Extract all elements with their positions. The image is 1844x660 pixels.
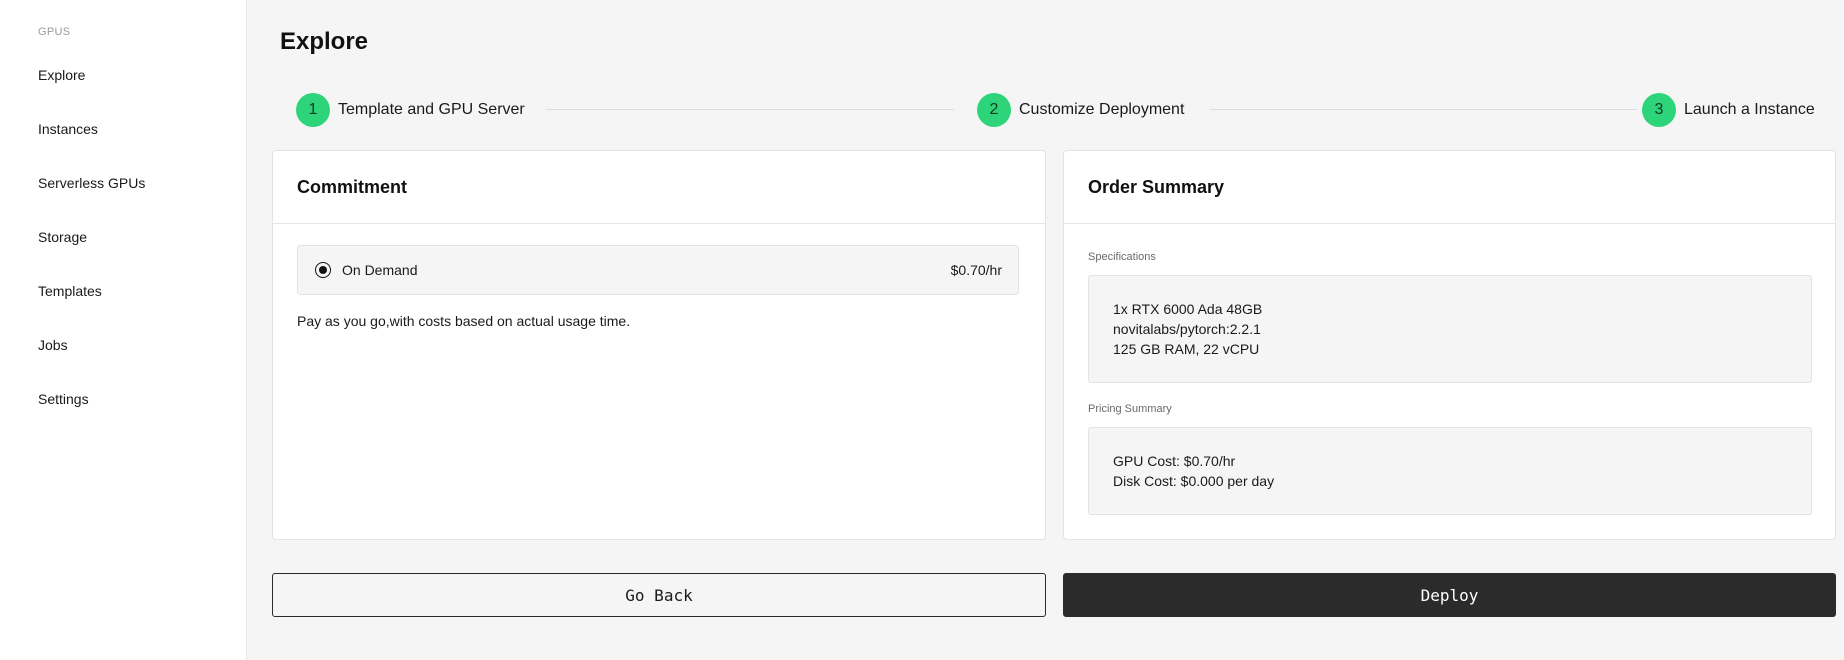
radio-selected-icon[interactable] bbox=[315, 262, 331, 278]
sidebar-item-jobs[interactable]: Jobs bbox=[38, 335, 68, 355]
sidebar-item-templates[interactable]: Templates bbox=[38, 281, 102, 301]
disk-cost: Disk Cost: $0.000 per day bbox=[1113, 473, 1275, 489]
spec-gpu: 1x RTX 6000 Ada 48GB bbox=[1113, 301, 1263, 317]
commitment-title: Commitment bbox=[273, 151, 1045, 224]
option-label: On Demand bbox=[342, 262, 418, 278]
order-summary-card: Order Summary Specifications 1x RTX 6000… bbox=[1063, 150, 1836, 540]
spec-image: novitalabs/pytorch:2.2.1 bbox=[1113, 321, 1261, 337]
step-3: 3 Launch a Instance bbox=[1642, 93, 1815, 127]
option-description: Pay as you go,with costs based on actual… bbox=[297, 313, 631, 329]
specifications-box: 1x RTX 6000 Ada 48GB novitalabs/pytorch:… bbox=[1088, 275, 1812, 383]
page-title: Explore bbox=[280, 28, 369, 55]
specifications-label: Specifications bbox=[1088, 251, 1156, 263]
option-price: $0.70/hr bbox=[950, 262, 1002, 278]
step-label: Launch a Instance bbox=[1684, 101, 1815, 118]
step-number: 3 bbox=[1642, 93, 1676, 127]
step-1: 1 Template and GPU Server bbox=[296, 93, 525, 127]
step-2: 2 Customize Deployment bbox=[977, 93, 1184, 127]
gpu-cost: GPU Cost: $0.70/hr bbox=[1113, 453, 1236, 469]
sidebar-section-label: GPUS bbox=[38, 26, 71, 38]
step-label: Template and GPU Server bbox=[338, 101, 525, 118]
deploy-button[interactable]: Deploy bbox=[1063, 573, 1836, 617]
step-number: 1 bbox=[296, 93, 330, 127]
sidebar-item-instances[interactable]: Instances bbox=[38, 119, 98, 139]
order-summary-title: Order Summary bbox=[1064, 151, 1835, 224]
sidebar: GPUS Explore Instances Serverless GPUs S… bbox=[0, 0, 247, 660]
step-number: 2 bbox=[977, 93, 1011, 127]
sidebar-item-explore[interactable]: Explore bbox=[38, 65, 85, 85]
stepper-connector bbox=[1210, 109, 1637, 110]
stepper-connector bbox=[546, 109, 954, 110]
pricing-summary-box: GPU Cost: $0.70/hr Disk Cost: $0.000 per… bbox=[1088, 427, 1812, 515]
spec-resources: 125 GB RAM, 22 vCPU bbox=[1113, 341, 1260, 357]
on-demand-option[interactable]: On Demand $0.70/hr bbox=[297, 245, 1019, 295]
step-label: Customize Deployment bbox=[1019, 101, 1185, 118]
sidebar-item-settings[interactable]: Settings bbox=[38, 389, 89, 409]
go-back-button[interactable]: Go Back bbox=[272, 573, 1046, 617]
commitment-card: Commitment On Demand $0.70/hr Pay as you… bbox=[272, 150, 1046, 540]
pricing-summary-label: Pricing Summary bbox=[1088, 403, 1172, 415]
sidebar-item-storage[interactable]: Storage bbox=[38, 227, 87, 247]
sidebar-item-serverless-gpus[interactable]: Serverless GPUs bbox=[38, 173, 145, 193]
